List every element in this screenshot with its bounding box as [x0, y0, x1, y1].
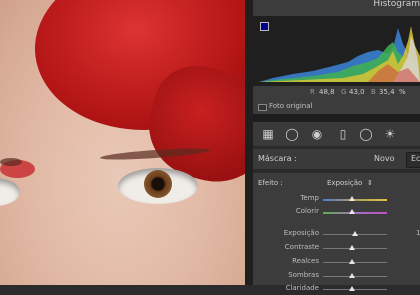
slider-track[interactable] — [323, 289, 387, 290]
eyebrow-left — [0, 158, 22, 166]
chevron-updown-icon[interactable]: ⇕ — [367, 179, 373, 187]
divider — [253, 114, 420, 122]
mask-row: Máscara : Novo Ec — [253, 149, 420, 169]
r-value: 48,8 — [319, 88, 335, 96]
histogram-graph — [253, 16, 420, 86]
slider-knob[interactable] — [348, 273, 355, 278]
slider-track[interactable] — [323, 199, 387, 201]
slider-knob[interactable] — [348, 259, 355, 264]
g-value: 43,0 — [349, 88, 365, 96]
eye-left — [0, 178, 20, 206]
slider-label: Exposição — [283, 229, 319, 237]
b-value: 35,4 — [379, 88, 395, 96]
original-photo-label: Foto original — [269, 102, 313, 110]
slider-label: Realces — [292, 257, 319, 265]
mask-label: Máscara : — [258, 154, 297, 163]
slider-track[interactable] — [323, 276, 387, 277]
rgb-readout: R 48,8 G 43,0 B 35,4 % — [253, 86, 420, 100]
slider-list: Temp Colorir Exposição 1 Contraste Realces Som… — [253, 190, 420, 292]
tool-strip: ▦ ◯ ◉ ▯ ◯ ☀ — [253, 122, 420, 146]
slider-track[interactable] — [323, 248, 387, 249]
crop-grid-icon[interactable]: ▦ — [261, 127, 275, 141]
slider-colorir[interactable]: Colorir — [253, 206, 420, 218]
slider-track[interactable] — [323, 262, 387, 263]
shadow-clipping-indicator[interactable] — [260, 22, 269, 31]
eye-right — [118, 168, 198, 204]
b-label: B — [371, 88, 376, 96]
g-label: G — [341, 88, 347, 96]
panel-separator — [245, 0, 253, 285]
red-eye-icon[interactable]: ◉ — [310, 127, 324, 141]
slider-label: Sombras — [288, 271, 319, 279]
original-photo-toggle[interactable]: Foto original — [253, 100, 420, 114]
histogram-title: Histogram — [373, 0, 420, 9]
histogram-curves — [259, 26, 420, 82]
slider-exposição[interactable]: Exposição 1 — [253, 228, 420, 240]
spot-removal-icon[interactable]: ◯ — [285, 127, 299, 141]
original-photo-checkbox[interactable] — [258, 104, 267, 111]
slider-realces[interactable]: Realces — [253, 256, 420, 268]
slider-knob[interactable] — [348, 286, 355, 291]
mask-edit-label: Ec — [411, 154, 420, 163]
mask-edit-tab[interactable]: Ec — [406, 152, 420, 168]
r-label: R — [310, 88, 315, 96]
histogram-header[interactable]: Histogram — [253, 0, 420, 12]
photo-canvas[interactable] — [0, 0, 245, 285]
effect-preset-dropdown[interactable]: Exposição — [327, 179, 362, 187]
slider-knob[interactable] — [348, 209, 355, 214]
slider-temp[interactable]: Temp — [253, 193, 420, 205]
slider-contraste[interactable]: Contraste — [253, 242, 420, 254]
slider-knob[interactable] — [348, 245, 355, 250]
effect-label: Efeito : — [258, 179, 283, 187]
slider-knob[interactable] — [348, 196, 355, 201]
slider-label: Claridade — [285, 284, 319, 292]
slider-label: Contraste — [284, 243, 319, 251]
mask-new-button[interactable]: Novo — [374, 154, 395, 163]
graduated-filter-icon[interactable]: ▯ — [336, 127, 350, 141]
iris — [144, 170, 172, 198]
slider-value: 1 — [416, 229, 420, 237]
slider-track[interactable] — [323, 212, 387, 214]
slider-sombras[interactable]: Sombras — [253, 270, 420, 282]
adjustment-brush-icon[interactable]: ☀ — [383, 127, 397, 141]
percent-unit: % — [399, 88, 406, 96]
slider-knob[interactable] — [352, 231, 358, 236]
slider-label: Temp — [300, 194, 319, 202]
slider-label: Colorir — [295, 207, 319, 215]
radial-filter-icon[interactable]: ◯ — [359, 127, 373, 141]
